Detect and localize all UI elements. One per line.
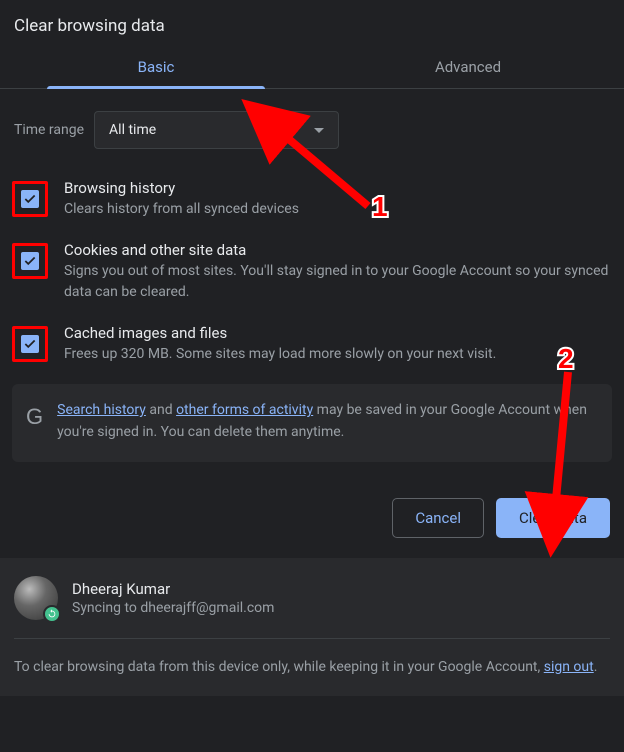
option-title: Browsing history [64,179,299,197]
notice-text: Search history and other forms of activi… [57,400,596,443]
footer-note-pre: To clear browsing data from this device … [14,659,544,675]
sign-out-link[interactable]: sign out [544,659,594,675]
footer-note: To clear browsing data from this device … [14,639,610,679]
check-icon [23,337,37,351]
user-row: Dheeraj Kumar Syncing to dheerajff@gmail… [14,576,610,639]
notice-text-mid: and [146,402,176,418]
sync-badge-icon [43,605,61,623]
footer-note-post: . [594,659,598,675]
other-activity-link[interactable]: other forms of activity [176,402,313,418]
option-desc: Clears history from all synced devices [64,199,299,219]
option-title: Cookies and other site data [64,241,610,259]
cancel-button[interactable]: Cancel [392,498,484,538]
time-range-label: Time range [14,122,84,138]
annotation-highlight [12,181,48,217]
option-desc: Frees up 320 MB. Some sites may load mor… [64,344,496,364]
check-icon [23,254,37,268]
option-title: Cached images and files [64,324,496,342]
options-list: Browsing history Clears history from all… [0,159,624,376]
search-history-link[interactable]: Search history [57,402,146,418]
time-range-value: All time [109,122,156,138]
tab-basic[interactable]: Basic [0,44,312,88]
checkbox-cached[interactable] [21,335,39,353]
tabs: Basic Advanced [0,44,624,89]
clear-data-button[interactable]: Clear data [496,498,610,538]
check-icon [23,192,37,206]
option-desc: Signs you out of most sites. You'll stay… [64,261,610,302]
chevron-down-icon [314,128,324,133]
footer: Dheeraj Kumar Syncing to dheerajff@gmail… [0,558,624,697]
time-range-row: Time range All time [0,89,624,159]
checkbox-cookies[interactable] [21,252,39,270]
checkbox-browsing-history[interactable] [21,190,39,208]
option-cookies[interactable]: Cookies and other site data Signs you ou… [10,231,614,314]
user-sync-status: Syncing to dheerajff@gmail.com [72,600,274,616]
dialog-buttons: Cancel Clear data [0,462,624,558]
avatar [14,576,58,620]
google-account-notice: G Search history and other forms of acti… [12,384,612,461]
option-browsing-history[interactable]: Browsing history Clears history from all… [10,169,614,231]
dialog-title: Clear browsing data [0,0,624,44]
option-cached[interactable]: Cached images and files Frees up 320 MB.… [10,314,614,376]
user-name: Dheeraj Kumar [72,580,274,598]
annotation-highlight [12,243,48,279]
annotation-highlight [12,326,48,362]
time-range-select[interactable]: All time [94,111,339,149]
tab-advanced[interactable]: Advanced [312,44,624,88]
google-icon: G [26,404,43,430]
